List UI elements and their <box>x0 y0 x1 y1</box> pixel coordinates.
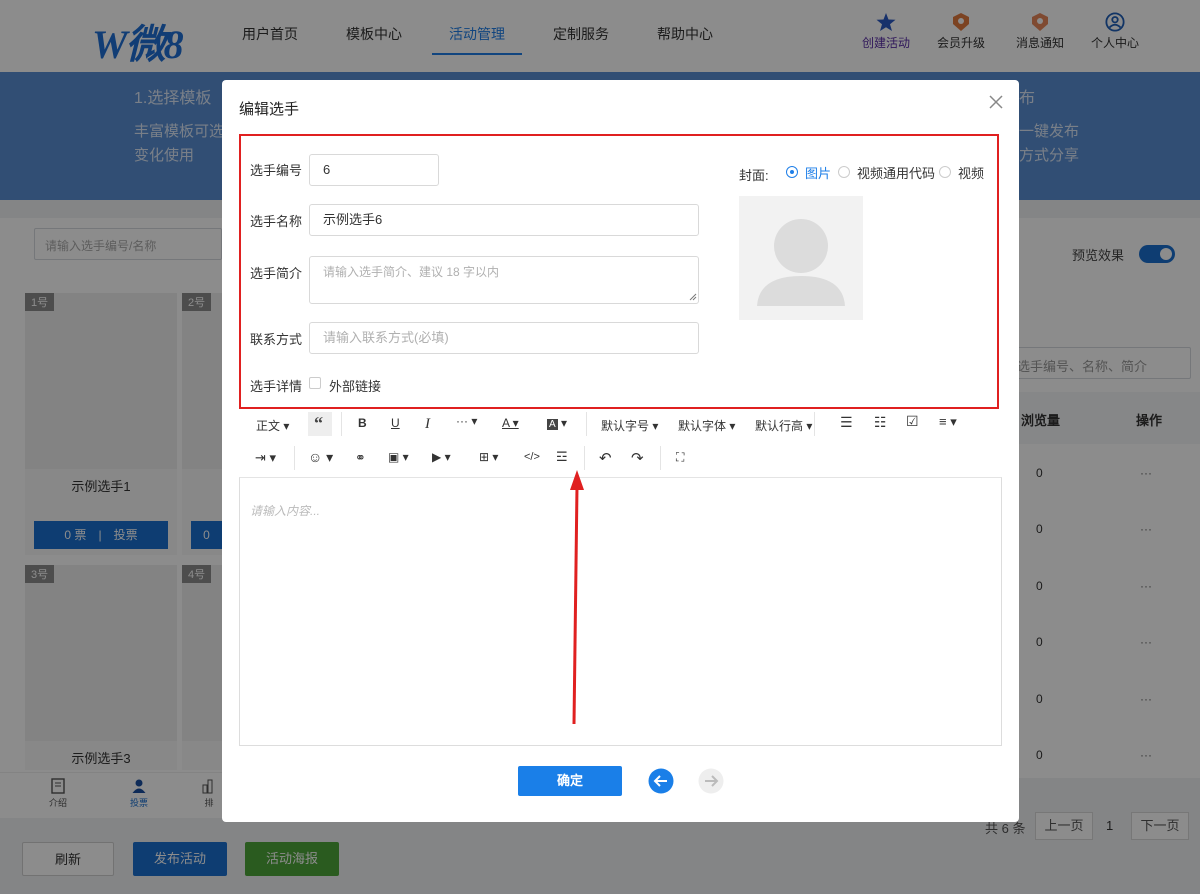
numbered-list-icon[interactable]: ☷ <box>874 414 887 431</box>
font-color-icon[interactable]: A ▾ <box>502 416 519 430</box>
line-height-select[interactable]: 默认行高 ▾ <box>755 417 812 434</box>
quote-icon[interactable]: “ <box>308 412 332 436</box>
more-icon[interactable]: ··· ▾ <box>456 414 477 428</box>
image-icon[interactable]: ▣ ▾ <box>388 450 409 464</box>
emoji-icon[interactable]: ☺ ▾ <box>308 449 333 466</box>
toolbar-separator <box>660 446 661 470</box>
toolbar-paragraph-select[interactable]: 正文 ▾ <box>256 417 289 434</box>
toolbar-separator <box>341 412 342 436</box>
close-icon[interactable] <box>989 95 1003 109</box>
toolbar-separator <box>584 446 585 470</box>
confirm-button[interactable]: 确定 <box>518 766 622 796</box>
link-icon[interactable]: ⚭ <box>355 450 366 466</box>
fullscreen-icon[interactable]: ⛶ <box>676 450 684 465</box>
divider-icon[interactable]: ☲ <box>556 449 568 465</box>
video-icon[interactable]: ▶ ▾ <box>432 450 451 464</box>
toolbar-separator <box>586 412 587 436</box>
table-icon[interactable]: ⊞ ▾ <box>479 450 498 464</box>
bold-icon[interactable]: B <box>358 416 367 430</box>
annotation-arrow <box>570 470 584 725</box>
prev-player-icon[interactable] <box>648 768 674 794</box>
font-family-select[interactable]: 默认字体 ▾ <box>678 417 735 434</box>
dialog-title: 编辑选手 <box>239 101 300 118</box>
todo-icon[interactable]: ☑ <box>906 413 919 430</box>
code-icon[interactable]: </> <box>524 451 540 463</box>
next-player-icon[interactable] <box>698 768 724 794</box>
edit-player-dialog: 编辑选手 选手编号 6 选手名称 示例选手6 选手简介 请输入选手简介、建议 1… <box>222 80 1019 822</box>
toolbar-separator <box>294 446 295 470</box>
bullet-list-icon[interactable]: ☰ <box>840 414 853 431</box>
underline-icon[interactable]: U <box>391 416 400 430</box>
indent-icon[interactable]: ⇥ ▾ <box>255 450 276 466</box>
editor-placeholder: 请输入内容... <box>250 504 321 518</box>
bg-color-icon[interactable]: A ▾ <box>547 416 567 430</box>
toolbar-separator <box>814 412 815 436</box>
italic-icon[interactable]: I <box>425 416 430 433</box>
align-icon[interactable]: ≡ ▾ <box>939 414 957 430</box>
undo-icon[interactable]: ↶ <box>599 449 612 467</box>
rich-text-editor[interactable]: 请输入内容... <box>239 477 1002 746</box>
font-size-select[interactable]: 默认字号 ▾ <box>601 417 658 434</box>
highlight-box <box>239 134 999 409</box>
redo-icon[interactable]: ↷ <box>631 449 644 467</box>
